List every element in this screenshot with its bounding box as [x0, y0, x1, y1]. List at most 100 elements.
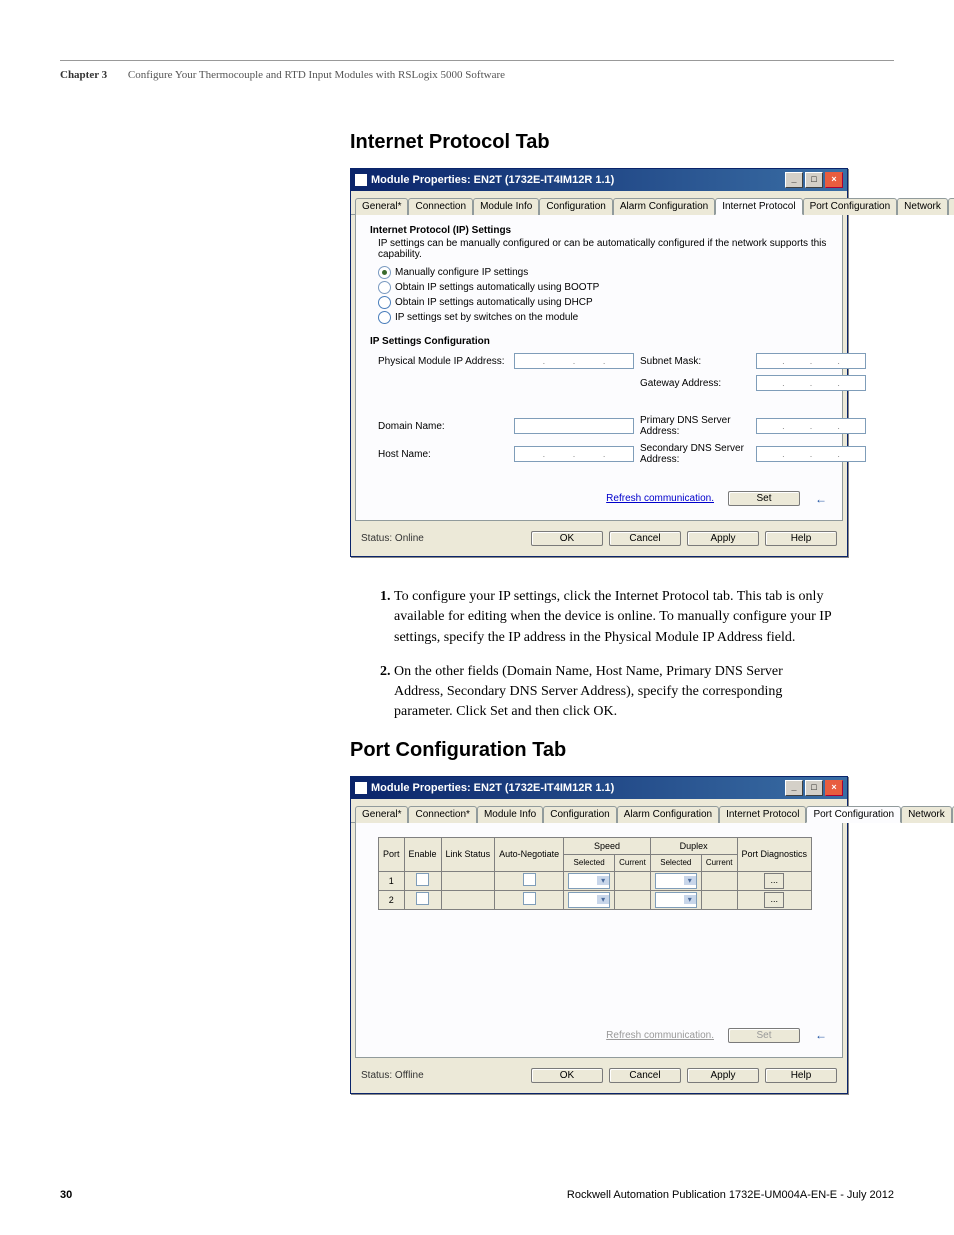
refresh-link[interactable]: Refresh communication. [606, 493, 714, 504]
ok-button[interactable]: OK [531, 1068, 603, 1083]
tab-connection[interactable]: Connection* [408, 806, 476, 823]
diagnostics-button[interactable]: ... [764, 892, 784, 908]
input-host[interactable]: ... [514, 446, 634, 462]
col-speed: Speed [564, 837, 651, 854]
chapter-title: Configure Your Thermocouple and RTD Inpu… [128, 69, 505, 81]
tab-port-configuration[interactable]: Port Configuration [803, 198, 898, 215]
input-primary-dns[interactable]: ... [756, 418, 866, 434]
diagnostics-button[interactable]: ... [764, 873, 784, 889]
tab-general[interactable]: General* [355, 198, 408, 215]
minimize-button[interactable]: _ [785, 780, 803, 796]
step-1: To configure your IP settings, click the… [394, 587, 834, 648]
label-secondary-dns: Secondary DNS Server Address: [640, 443, 750, 465]
tab-general[interactable]: General* [355, 806, 408, 823]
set-button[interactable]: Set [728, 491, 800, 506]
input-physical-ip[interactable]: ... [514, 353, 634, 369]
app-icon [355, 174, 367, 186]
label-primary-dns: Primary DNS Server Address: [640, 415, 750, 437]
help-button[interactable]: Help [765, 531, 837, 546]
cell-port: 1 [379, 871, 405, 890]
ip-settings-heading: Internet Protocol (IP) Settings [370, 225, 828, 236]
instruction-list: To configure your IP settings, click the… [370, 587, 834, 723]
cell-speed-current [615, 871, 651, 890]
status-text: Status: Online [361, 533, 424, 544]
input-domain[interactable] [514, 418, 634, 434]
radio-dhcp[interactable]: Obtain IP settings automatically using D… [378, 296, 828, 309]
auto-negotiate-checkbox[interactable] [523, 892, 536, 905]
col-speed-selected: Selected [564, 854, 615, 871]
cancel-button[interactable]: Cancel [609, 531, 681, 546]
enable-checkbox[interactable] [416, 892, 429, 905]
set-button: Set [728, 1028, 800, 1043]
port-table: Port Enable Link Status Auto-Negotiate S… [378, 837, 812, 910]
cell-link-status [441, 871, 495, 890]
radio-icon [378, 266, 391, 279]
radio-switches[interactable]: IP settings set by switches on the modul… [378, 311, 828, 324]
duplex-selected-combo[interactable] [655, 892, 697, 908]
publication-info: Rockwell Automation Publication 1732E-UM… [567, 1189, 894, 1201]
tab-port-configuration[interactable]: Port Configuration [806, 806, 901, 823]
cell-duplex-current [701, 890, 737, 909]
duplex-selected-combo[interactable] [655, 873, 697, 889]
radio-bootp[interactable]: Obtain IP settings automatically using B… [378, 281, 828, 294]
apply-button[interactable]: Apply [687, 1068, 759, 1083]
apply-button[interactable]: Apply [687, 531, 759, 546]
tab-calibration[interactable]: Calibration [948, 198, 954, 215]
ip-settings-subtext: IP settings can be manually configured o… [378, 238, 828, 260]
speed-selected-combo[interactable] [568, 873, 610, 889]
tab-strip: General* Connection Module Info Configur… [351, 191, 847, 215]
titlebar: Module Properties: EN2T (1732E-IT4IM12R … [351, 777, 847, 799]
section-title-ip: Internet Protocol Tab [350, 131, 894, 154]
dialog-title: Module Properties: EN2T (1732E-IT4IM12R … [371, 174, 614, 186]
status-text: Status: Offline [361, 1070, 424, 1081]
col-auto-negotiate: Auto-Negotiate [495, 837, 564, 871]
tab-alarm-configuration[interactable]: Alarm Configuration [613, 198, 715, 215]
label-gateway: Gateway Address: [640, 378, 750, 389]
col-duplex-current: Current [701, 854, 737, 871]
col-link-status: Link Status [441, 837, 495, 871]
ok-button[interactable]: OK [531, 531, 603, 546]
speed-selected-combo[interactable] [568, 892, 610, 908]
section-title-port: Port Configuration Tab [350, 739, 894, 762]
col-speed-current: Current [615, 854, 651, 871]
col-duplex-selected: Selected [650, 854, 701, 871]
label-subnet: Subnet Mask: [640, 356, 750, 367]
tab-internet-protocol[interactable]: Internet Protocol [715, 198, 802, 215]
tab-network[interactable]: Network [897, 198, 948, 215]
tab-internet-protocol[interactable]: Internet Protocol [719, 806, 806, 823]
maximize-button[interactable]: □ [805, 172, 823, 188]
table-row: 2 ... [379, 890, 812, 909]
cancel-button[interactable]: Cancel [609, 1068, 681, 1083]
label-host: Host Name: [378, 449, 508, 460]
maximize-button[interactable]: □ [805, 780, 823, 796]
auto-negotiate-checkbox[interactable] [523, 873, 536, 886]
enable-checkbox[interactable] [416, 873, 429, 886]
step-2: On the other fields (Domain Name, Host N… [394, 662, 834, 723]
tab-strip: General* Connection* Module Info Configu… [351, 799, 847, 823]
arrow-left-icon[interactable]: ← [814, 1028, 828, 1042]
radio-label: Obtain IP settings automatically using D… [395, 297, 593, 308]
dialog-title: Module Properties: EN2T (1732E-IT4IM12R … [371, 782, 614, 794]
tab-configuration[interactable]: Configuration [539, 198, 612, 215]
tab-module-info[interactable]: Module Info [477, 806, 543, 823]
tab-network[interactable]: Network [901, 806, 952, 823]
table-row: 1 ... [379, 871, 812, 890]
tab-connection[interactable]: Connection [408, 198, 473, 215]
input-gateway[interactable]: ... [756, 375, 866, 391]
arrow-left-icon[interactable]: ← [814, 492, 828, 506]
minimize-button[interactable]: _ [785, 172, 803, 188]
tab-module-info[interactable]: Module Info [473, 198, 539, 215]
close-button[interactable]: × [825, 780, 843, 796]
tab-configuration[interactable]: Configuration [543, 806, 616, 823]
radio-manual[interactable]: Manually configure IP settings [378, 266, 828, 279]
col-port: Port [379, 837, 405, 871]
cell-link-status [441, 890, 495, 909]
close-button[interactable]: × [825, 172, 843, 188]
input-subnet[interactable]: ... [756, 353, 866, 369]
label-physical-ip: Physical Module IP Address: [378, 356, 508, 367]
input-secondary-dns[interactable]: ... [756, 446, 866, 462]
help-button[interactable]: Help [765, 1068, 837, 1083]
cell-duplex-current [701, 871, 737, 890]
tab-alarm-configuration[interactable]: Alarm Configuration [617, 806, 719, 823]
dialog-port-configuration: Module Properties: EN2T (1732E-IT4IM12R … [350, 776, 848, 1094]
